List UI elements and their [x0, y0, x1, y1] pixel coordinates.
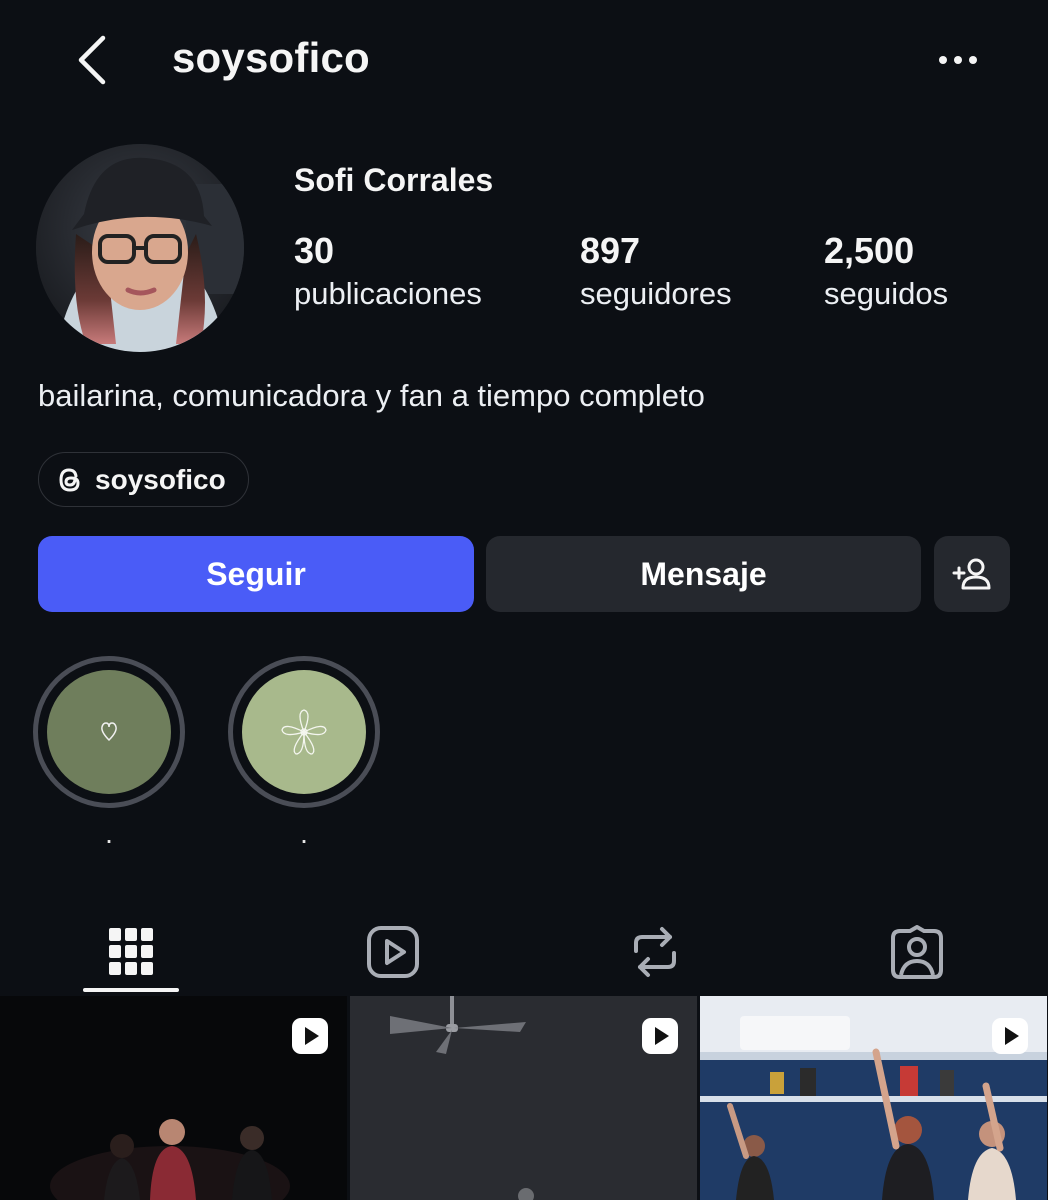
suggest-users-button[interactable] — [934, 536, 1010, 612]
story-highlight-2[interactable] — [228, 656, 380, 808]
add-user-icon — [952, 558, 991, 590]
threads-handle: soysofico — [95, 463, 226, 495]
reel-icon — [642, 1018, 678, 1054]
post-thumbnail-2[interactable] — [350, 996, 697, 1200]
post-thumbnail-3[interactable] — [700, 996, 1047, 1200]
reels-icon — [367, 926, 419, 978]
threads-icon — [59, 467, 80, 492]
profile-avatar[interactable] — [36, 144, 244, 352]
more-horizontal-icon — [939, 56, 977, 64]
tab-tagged[interactable] — [869, 912, 965, 992]
profile-tabs — [0, 900, 1048, 996]
stat-posts-value: 30 — [294, 230, 335, 271]
tab-reposts[interactable] — [607, 912, 703, 992]
chevron-left-icon — [78, 35, 106, 85]
tab-reels[interactable] — [345, 912, 441, 992]
tagged-icon — [891, 925, 943, 979]
threads-link[interactable]: soysofico — [38, 452, 249, 507]
stat-followers-value: 897 — [580, 230, 641, 271]
stat-followers[interactable]: 897 seguidores — [580, 230, 732, 316]
reel-icon — [992, 1018, 1028, 1054]
stat-followers-label: seguidores — [580, 276, 732, 311]
post-thumbnail-1[interactable] — [0, 996, 347, 1200]
message-button[interactable]: Mensaje — [486, 536, 921, 612]
stat-following[interactable]: 2,500 seguidos — [824, 230, 948, 316]
stat-posts[interactable]: 30 publicaciones — [294, 230, 482, 316]
top-bar: soysofico — [0, 0, 1048, 120]
flower-icon — [281, 709, 327, 755]
story-highlight-2-label: . — [300, 818, 308, 849]
more-options-button[interactable] — [928, 40, 988, 80]
story-highlight-1[interactable] — [33, 656, 185, 808]
tab-selected-indicator — [83, 988, 179, 992]
grid-icon — [109, 928, 153, 975]
stat-following-label: seguidos — [824, 276, 949, 311]
profile-bio: bailarina, comunicadora y fan a tiempo c… — [38, 378, 705, 413]
follow-button[interactable]: Seguir — [38, 536, 474, 612]
stat-following-value: 2,500 — [824, 230, 915, 271]
profile-display-name: Sofi Corrales — [294, 162, 494, 198]
posts-grid — [0, 996, 1048, 1200]
stat-posts-label: publicaciones — [294, 276, 482, 311]
reposts-icon — [634, 927, 676, 977]
heart-icon — [101, 722, 117, 742]
tab-posts-grid[interactable] — [83, 912, 179, 992]
story-highlight-1-label: . — [105, 818, 113, 849]
profile-username: soysofico — [172, 34, 370, 81]
back-button[interactable] — [62, 28, 122, 92]
reel-icon — [292, 1018, 328, 1054]
